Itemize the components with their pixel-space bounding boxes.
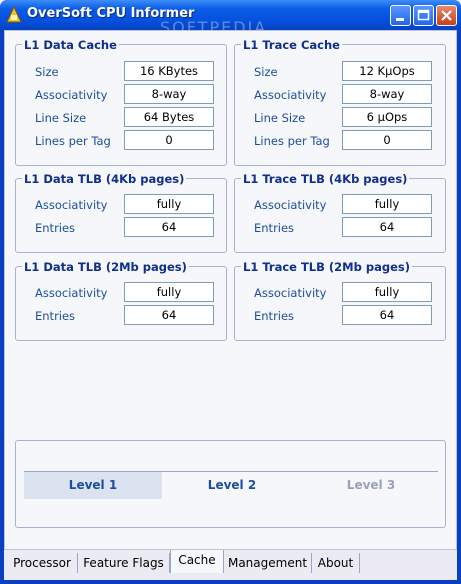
- associativity-field: fully: [124, 194, 214, 214]
- group-title: L1 Data Cache: [22, 38, 119, 52]
- entries-field: 64: [342, 217, 432, 237]
- associativity-field: fully: [342, 282, 432, 302]
- associativity-field: 8-way: [124, 84, 214, 104]
- group-title: L1 Trace TLB (2Mb pages): [241, 260, 412, 274]
- tab-processor[interactable]: Processor: [7, 553, 78, 573]
- group-l1-trace-tlb-2mb: L1 Trace TLB (2Mb pages) Associativity f…: [234, 260, 446, 341]
- entries-field: 64: [342, 305, 432, 325]
- app-logo-icon: [6, 6, 22, 23]
- level-3-button[interactable]: Level 3: [302, 472, 440, 499]
- level-2-button[interactable]: Level 2: [163, 472, 301, 499]
- tab-bar: Processor Feature Flags Cache Management…: [4, 550, 457, 580]
- minimize-icon: [396, 18, 404, 21]
- associativity-label: Associativity: [254, 286, 327, 300]
- entries-field: 64: [124, 217, 214, 237]
- line-size-field: 6 µOps: [342, 107, 432, 127]
- lines-per-tag-field: 0: [124, 130, 214, 150]
- group-title: L1 Data TLB (2Mb pages): [22, 260, 189, 274]
- lines-per-tag-label: Lines per Tag: [35, 134, 111, 148]
- associativity-label: Associativity: [35, 286, 108, 300]
- lines-per-tag-field: 0: [342, 130, 432, 150]
- lines-per-tag-label: Lines per Tag: [254, 134, 330, 148]
- size-label: Size: [35, 65, 59, 79]
- tab-cache[interactable]: Cache: [170, 550, 224, 573]
- level-1-button[interactable]: Level 1: [24, 472, 162, 499]
- app-window: OverSoft CPU Informer SOFTPEDIA L1 Data …: [0, 0, 461, 584]
- close-button[interactable]: [436, 5, 457, 26]
- entries-label: Entries: [35, 309, 76, 323]
- size-field: 12 KµOps: [342, 61, 432, 81]
- associativity-field: fully: [342, 194, 432, 214]
- minimize-button[interactable]: [390, 5, 411, 26]
- maximize-icon: [417, 9, 430, 21]
- group-title: L1 Trace TLB (4Kb pages): [241, 172, 410, 186]
- group-l1-data-tlb-2mb: L1 Data TLB (2Mb pages) Associativity fu…: [15, 260, 227, 341]
- line-size-label: Line Size: [254, 111, 306, 125]
- associativity-field: 8-way: [342, 84, 432, 104]
- group-l1-trace-cache: L1 Trace Cache Size 12 KµOps Associativi…: [234, 38, 446, 166]
- associativity-label: Associativity: [254, 88, 327, 102]
- associativity-label: Associativity: [35, 88, 108, 102]
- entries-label: Entries: [35, 221, 76, 235]
- size-label: Size: [254, 65, 278, 79]
- entries-label: Entries: [254, 221, 295, 235]
- tab-management[interactable]: Management: [224, 553, 312, 573]
- associativity-label: Associativity: [254, 198, 327, 212]
- group-title: L1 Trace Cache: [241, 38, 342, 52]
- title-bar[interactable]: OverSoft CPU Informer SOFTPEDIA: [0, 0, 461, 37]
- size-field: 16 KBytes: [124, 61, 214, 81]
- tab-feature-flags[interactable]: Feature Flags: [78, 553, 170, 573]
- maximize-button[interactable]: [413, 5, 434, 26]
- level-selector: Level 1 Level 2 Level 3: [15, 440, 446, 528]
- group-l1-data-cache: L1 Data Cache Size 16 KBytes Associativi…: [15, 38, 227, 166]
- associativity-field: fully: [124, 282, 214, 302]
- entries-label: Entries: [254, 309, 295, 323]
- close-icon: [441, 10, 452, 21]
- client-area: L1 Data Cache Size 16 KBytes Associativi…: [4, 30, 457, 580]
- line-size-label: Line Size: [35, 111, 87, 125]
- entries-field: 64: [124, 305, 214, 325]
- line-size-field: 64 Bytes: [124, 107, 214, 127]
- group-l1-data-tlb-4kb: L1 Data TLB (4Kb pages) Associativity fu…: [15, 172, 227, 253]
- tab-about[interactable]: About: [312, 553, 360, 573]
- group-title: L1 Data TLB (4Kb pages): [22, 172, 187, 186]
- group-l1-trace-tlb-4kb: L1 Trace TLB (4Kb pages) Associativity f…: [234, 172, 446, 253]
- cache-panel: L1 Data Cache Size 16 KBytes Associativi…: [4, 30, 457, 550]
- associativity-label: Associativity: [35, 198, 108, 212]
